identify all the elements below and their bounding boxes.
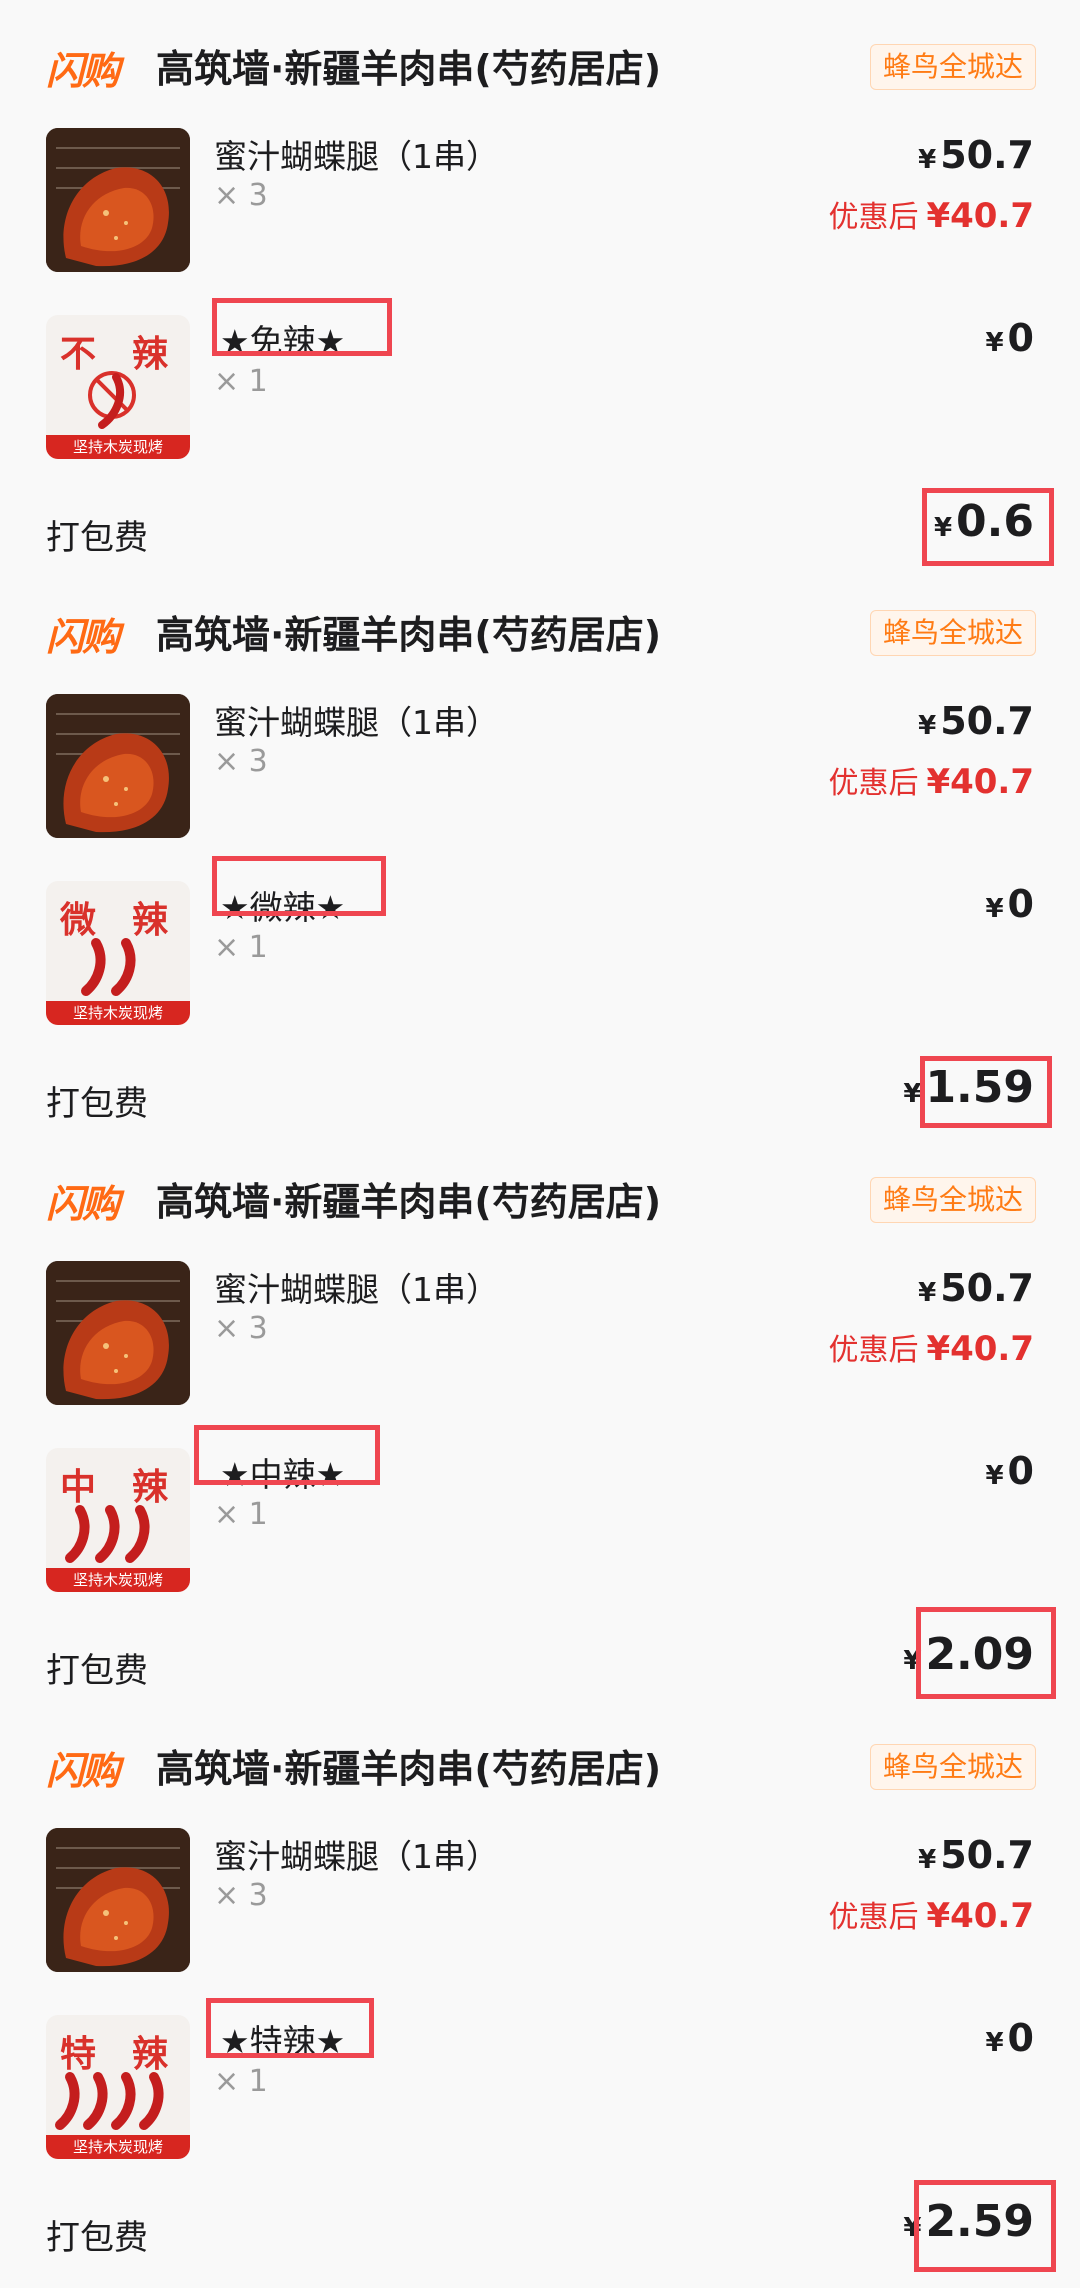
shop-logo: 闪购 bbox=[46, 49, 120, 93]
currency-symbol: ¥ bbox=[918, 1278, 937, 1308]
spice-quantity: × 1 bbox=[214, 364, 268, 399]
shop-name[interactable]: 高筑墙·新疆羊肉串(芍药居店) bbox=[156, 1171, 661, 1226]
spice-price-value: 0 bbox=[1007, 882, 1034, 926]
delivery-badge: 蜂鸟全城达 bbox=[869, 44, 1036, 90]
packing-fee-label: 打包费 bbox=[46, 2218, 148, 2258]
currency-symbol: ¥ bbox=[985, 894, 1004, 924]
discount-label: 优惠后 bbox=[828, 200, 919, 235]
item-price: ¥50.7 bbox=[918, 1266, 1034, 1310]
item-price-value: 50.7 bbox=[940, 699, 1034, 743]
currency-symbol: ¥ bbox=[985, 1461, 1004, 1491]
spice-price-value: 0 bbox=[1007, 316, 1034, 360]
shop-logo: 闪购 bbox=[46, 615, 120, 659]
highlight-box bbox=[212, 298, 392, 356]
food-image-icon bbox=[46, 694, 190, 838]
spice-thumb-banner: 坚持木炭现烤 bbox=[46, 1001, 190, 1025]
shop-name[interactable]: 高筑墙·新疆羊肉串(芍药居店) bbox=[156, 1738, 661, 1793]
discount-price-value: ¥40.7 bbox=[926, 762, 1034, 802]
item-thumbnail[interactable] bbox=[46, 694, 190, 838]
spice-thumb-banner: 坚持木炭现烤 bbox=[46, 2135, 190, 2159]
discount-price: 优惠后 ¥40.7 bbox=[828, 758, 1034, 802]
packing-fee-label: 打包费 bbox=[46, 1084, 148, 1124]
order-card: 闪购 高筑墙·新疆羊肉串(芍药居店) 蜂鸟全城达 蜜汁蝴蝶腿（1串） × 3 ¥… bbox=[0, 1133, 1080, 1699]
item-title[interactable]: 蜜汁蝴蝶腿（1串） bbox=[214, 1263, 499, 1311]
item-price: ¥50.7 bbox=[918, 699, 1034, 743]
spice-quantity: × 1 bbox=[214, 2064, 268, 2099]
spice-thumbnail[interactable]: 特 辣 坚持木炭现烤 bbox=[46, 2015, 190, 2159]
discount-price: 优惠后 ¥40.7 bbox=[828, 1325, 1034, 1369]
shop-name[interactable]: 高筑墙·新疆羊肉串(芍药居店) bbox=[156, 604, 661, 659]
delivery-badge: 蜂鸟全城达 bbox=[869, 1177, 1036, 1223]
currency-symbol: ¥ bbox=[918, 1845, 937, 1875]
spice-thumb-banner: 坚持木炭现烤 bbox=[46, 1568, 190, 1592]
spice-price-value: 0 bbox=[1007, 2016, 1034, 2060]
food-image-icon bbox=[46, 128, 190, 272]
highlight-box bbox=[914, 2180, 1056, 2272]
spice-thumbnail[interactable]: 中 辣 坚持木炭现烤 bbox=[46, 1448, 190, 1592]
item-quantity: × 3 bbox=[214, 1878, 268, 1913]
spice-price: ¥0 bbox=[985, 316, 1034, 360]
item-thumbnail[interactable] bbox=[46, 1828, 190, 1972]
order-card: 闪购 高筑墙·新疆羊肉串(芍药居店) 蜂鸟全城达 蜜汁蝴蝶腿（1串） × 3 ¥… bbox=[0, 0, 1080, 566]
spice-price: ¥0 bbox=[985, 882, 1034, 926]
discount-price-value: ¥40.7 bbox=[926, 1896, 1034, 1936]
shop-name[interactable]: 高筑墙·新疆羊肉串(芍药居店) bbox=[156, 38, 661, 93]
currency-symbol: ¥ bbox=[903, 1079, 922, 1109]
item-quantity: × 3 bbox=[214, 1311, 268, 1346]
item-quantity: × 3 bbox=[214, 178, 268, 213]
discount-price: 优惠后 ¥40.7 bbox=[828, 1892, 1034, 1936]
item-thumbnail[interactable] bbox=[46, 1261, 190, 1405]
item-title[interactable]: 蜜汁蝴蝶腿（1串） bbox=[214, 130, 499, 178]
discount-price: 优惠后 ¥40.7 bbox=[828, 192, 1034, 236]
shop-logo: 闪购 bbox=[46, 1182, 120, 1226]
food-image-icon bbox=[46, 1828, 190, 1972]
spice-quantity: × 1 bbox=[214, 1497, 268, 1532]
highlight-box bbox=[206, 1998, 374, 2058]
item-price-value: 50.7 bbox=[940, 1833, 1034, 1877]
spice-quantity: × 1 bbox=[214, 930, 268, 965]
item-price: ¥50.7 bbox=[918, 1833, 1034, 1877]
currency-symbol: ¥ bbox=[918, 145, 937, 175]
item-quantity: × 3 bbox=[214, 744, 268, 779]
item-title[interactable]: 蜜汁蝴蝶腿（1串） bbox=[214, 696, 499, 744]
discount-label: 优惠后 bbox=[828, 766, 919, 801]
item-price-value: 50.7 bbox=[940, 1266, 1034, 1310]
packing-fee-label: 打包费 bbox=[46, 1651, 148, 1691]
spice-thumbnail[interactable]: 不 辣 坚持木炭现烤 bbox=[46, 315, 190, 459]
item-title[interactable]: 蜜汁蝴蝶腿（1串） bbox=[214, 1830, 499, 1878]
delivery-badge: 蜂鸟全城达 bbox=[869, 1744, 1036, 1790]
currency-symbol: ¥ bbox=[985, 328, 1004, 358]
discount-label: 优惠后 bbox=[828, 1333, 919, 1368]
spice-thumb-banner: 坚持木炭现烤 bbox=[46, 435, 190, 459]
delivery-badge: 蜂鸟全城达 bbox=[869, 610, 1036, 656]
discount-label: 优惠后 bbox=[828, 1900, 919, 1935]
spice-thumbnail[interactable]: 微 辣 坚持木炭现烤 bbox=[46, 881, 190, 1025]
spice-price: ¥0 bbox=[985, 1449, 1034, 1493]
highlight-box bbox=[920, 1056, 1052, 1128]
spice-price: ¥0 bbox=[985, 2016, 1034, 2060]
highlight-box bbox=[194, 1425, 380, 1485]
item-price-value: 50.7 bbox=[940, 133, 1034, 177]
highlight-box bbox=[916, 1607, 1056, 1699]
order-card: 闪购 高筑墙·新疆羊肉串(芍药居店) 蜂鸟全城达 蜜汁蝴蝶腿（1串） × 3 ¥… bbox=[0, 1700, 1080, 2272]
item-thumbnail[interactable] bbox=[46, 128, 190, 272]
order-card: 闪购 高筑墙·新疆羊肉串(芍药居店) 蜂鸟全城达 蜜汁蝴蝶腿（1串） × 3 ¥… bbox=[0, 566, 1080, 1132]
currency-symbol: ¥ bbox=[985, 2028, 1004, 2058]
discount-price-value: ¥40.7 bbox=[926, 196, 1034, 236]
spice-price-value: 0 bbox=[1007, 1449, 1034, 1493]
highlight-box bbox=[922, 488, 1054, 566]
discount-price-value: ¥40.7 bbox=[926, 1329, 1034, 1369]
food-image-icon bbox=[46, 1261, 190, 1405]
currency-symbol: ¥ bbox=[918, 711, 937, 741]
shop-logo: 闪购 bbox=[46, 1749, 120, 1793]
item-price: ¥50.7 bbox=[918, 133, 1034, 177]
highlight-box bbox=[212, 856, 386, 916]
packing-fee-label: 打包费 bbox=[46, 518, 148, 558]
